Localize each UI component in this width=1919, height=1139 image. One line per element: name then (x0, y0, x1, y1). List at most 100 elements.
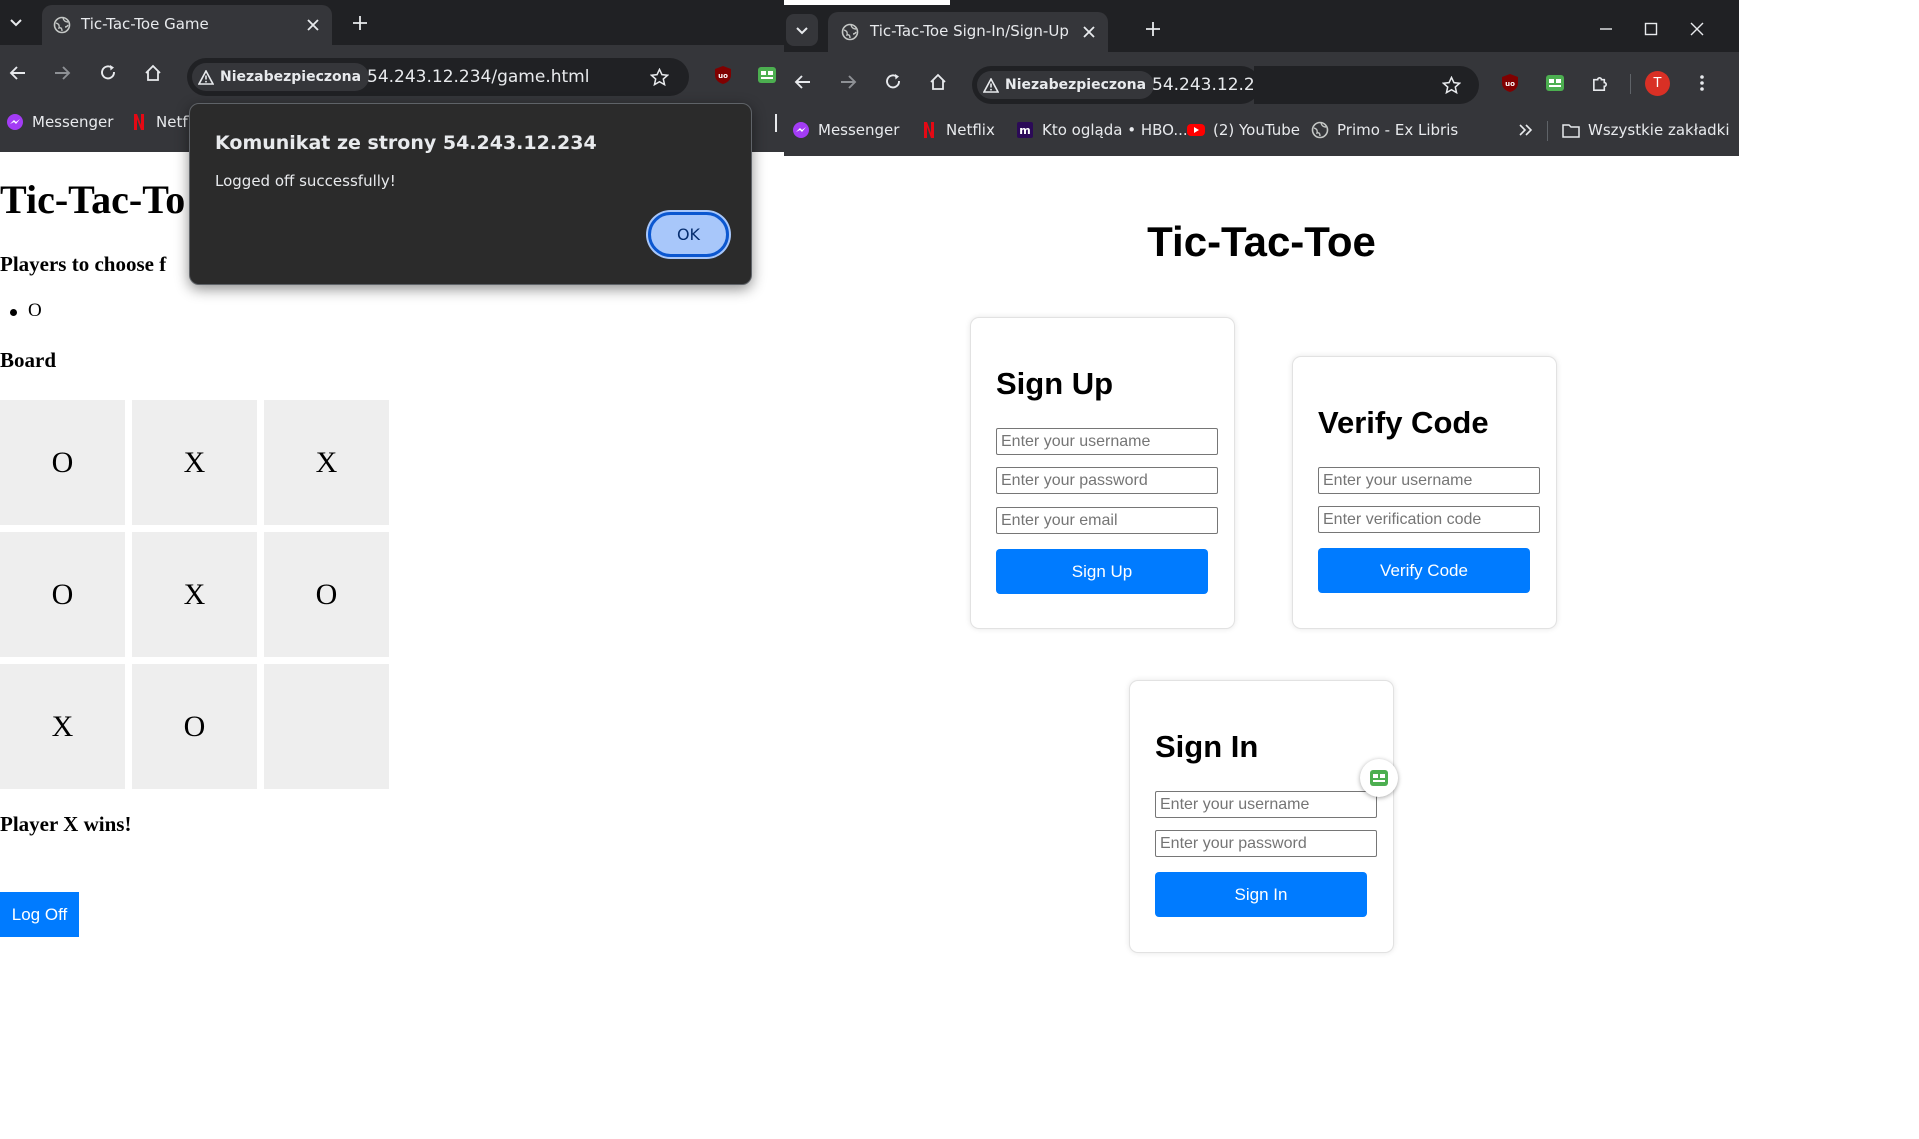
tab-game[interactable]: Tic-Tac-Toe Game (42, 5, 332, 45)
verify-heading: Verify Code (1318, 405, 1489, 440)
roboform-extension-icon[interactable] (755, 63, 779, 87)
address-bar[interactable]: Niezabezpieczona 54.243.12.234/index.htm… (972, 66, 1373, 104)
dialog-title: Komunikat ze strony 54.243.12.234 (215, 132, 597, 154)
board-cell[interactable]: O (132, 664, 257, 789)
game-page: Tic-Tac-To Players to choose f O Board O… (0, 152, 784, 1139)
forward-arrow-icon[interactable] (48, 59, 76, 87)
new-tab-plus-icon[interactable] (346, 9, 374, 37)
desktop-gap (784, 0, 950, 5)
signin-username-input[interactable] (1155, 791, 1377, 818)
bookmark-hbo[interactable]: m Kto ogląda • HBO... (1016, 121, 1188, 139)
svg-text:m: m (1019, 124, 1030, 137)
url-text[interactable]: 54.243.12.234/game.html (367, 67, 589, 87)
game-status: Player X wins! (0, 812, 132, 836)
more-bookmarks-chevron-icon[interactable] (1514, 118, 1538, 142)
signin-card: Sign In Sign In (1129, 680, 1394, 953)
back-arrow-icon[interactable] (4, 59, 32, 87)
svg-text:uo: uo (718, 72, 728, 80)
signup-button[interactable]: Sign Up (996, 549, 1208, 594)
right-browser-window: Tic-Tac-Toe Sign-In/Sign-Up Niezabezpiec… (784, 0, 1739, 1139)
address-bar[interactable]: Niezabezpieczona 54.243.12.234/game.html (187, 58, 689, 96)
board-cell[interactable]: O (0, 400, 125, 525)
board-cell[interactable]: X (132, 400, 257, 525)
all-bookmarks-folder[interactable]: Wszystkie zakładki (1562, 121, 1730, 139)
security-chip[interactable]: Niezabezpieczona (192, 63, 370, 91)
bookmark-separator (775, 114, 777, 132)
dialog-ok-button[interactable]: OK (648, 212, 729, 257)
close-tab-icon[interactable] (302, 14, 324, 36)
bookmark-label: Netflix (946, 121, 995, 139)
reload-icon[interactable] (94, 59, 122, 87)
bookmark-star-icon[interactable] (647, 65, 671, 89)
tab-search-chevron-icon[interactable] (0, 6, 32, 38)
verification-code-input[interactable] (1318, 506, 1540, 533)
signup-heading: Sign Up (996, 366, 1114, 401)
toolbar-separator (1630, 74, 1631, 94)
back-arrow-icon[interactable] (789, 68, 817, 96)
roboform-extension-icon[interactable] (1543, 71, 1567, 95)
more-menu-icon[interactable] (1690, 71, 1714, 95)
reload-icon[interactable] (879, 68, 907, 96)
security-chip-label: Niezabezpieczona (220, 69, 362, 85)
home-icon[interactable] (139, 59, 167, 87)
bookmark-netflix[interactable]: Netflix (920, 121, 995, 139)
signin-button[interactable]: Sign In (1155, 872, 1367, 917)
signin-page: Tic-Tac-Toe Sign Up Sign Up Verify Code … (784, 156, 1739, 1139)
board-cell[interactable]: X (0, 664, 125, 789)
minimize-icon[interactable] (1592, 15, 1620, 43)
bookmark-star-icon[interactable] (1439, 73, 1463, 97)
board-cell[interactable]: O (0, 532, 125, 657)
signin-password-input[interactable] (1155, 830, 1377, 857)
log-off-button[interactable]: Log Off (0, 892, 79, 937)
board-cell[interactable]: X (264, 400, 389, 525)
signin-heading: Sign In (1155, 729, 1259, 764)
youtube-icon (1187, 121, 1205, 139)
tab-search-chevron-icon[interactable] (786, 14, 818, 46)
board-cell[interactable]: X (132, 532, 257, 657)
right-toolbar: Niezabezpieczona 54.243.12.234/index.htm… (784, 52, 1739, 156)
globe-icon (1311, 121, 1329, 139)
roboform-autofill-icon[interactable] (1360, 759, 1398, 797)
signup-username-input[interactable] (996, 428, 1218, 455)
bookmark-messenger[interactable]: Messenger (6, 113, 113, 131)
board-cell[interactable] (264, 664, 389, 789)
new-tab-plus-icon[interactable] (1139, 15, 1167, 43)
ublock-extension-icon[interactable]: uo (711, 63, 735, 87)
bookmark-label: Primo - Ex Libris (1337, 121, 1459, 139)
netflix-icon (130, 113, 148, 131)
messenger-icon (6, 113, 24, 131)
security-chip[interactable]: Niezabezpieczona (977, 71, 1155, 99)
game-board: O X X O X O X O (0, 400, 390, 790)
bookmark-separator (1547, 121, 1548, 141)
ublock-extension-icon[interactable]: uo (1498, 71, 1522, 95)
netflix-icon (920, 121, 938, 139)
bookmark-netflix[interactable]: Netfli (130, 113, 196, 131)
signup-card: Sign Up Sign Up (970, 317, 1235, 629)
players-heading: Players to choose f (0, 252, 167, 276)
verify-username-input[interactable] (1318, 467, 1540, 494)
bookmark-primo[interactable]: Primo - Ex Libris (1311, 121, 1458, 139)
player-list-item: O (10, 300, 42, 321)
dialog-message: Logged off successfully! (215, 172, 396, 190)
forward-arrow-icon[interactable] (834, 68, 862, 96)
board-cell[interactable]: O (264, 532, 389, 657)
profile-avatar[interactable]: T (1645, 71, 1670, 96)
tab-title: Tic-Tac-Toe Game (81, 15, 209, 33)
tab-signin[interactable]: Tic-Tac-Toe Sign-In/Sign-Up (828, 12, 1108, 52)
signup-password-input[interactable] (996, 467, 1218, 494)
warning-triangle-icon (983, 77, 999, 93)
address-bar-tail[interactable] (1254, 66, 1479, 104)
bookmark-messenger[interactable]: Messenger (792, 121, 899, 139)
window-close-icon[interactable] (1683, 15, 1711, 43)
extensions-puzzle-icon[interactable] (1588, 71, 1612, 95)
verify-code-button[interactable]: Verify Code (1318, 548, 1530, 593)
home-icon[interactable] (924, 68, 952, 96)
close-tab-icon[interactable] (1078, 21, 1100, 43)
signup-email-input[interactable] (996, 507, 1218, 534)
bookmark-youtube[interactable]: (2) YouTube (1187, 121, 1300, 139)
tab-title: Tic-Tac-Toe Sign-In/Sign-Up (870, 22, 1069, 40)
maximize-icon[interactable] (1637, 15, 1665, 43)
left-browser-window: Tic-Tac-Toe Game Niezabezpieczona 54.243… (0, 0, 784, 1139)
alert-dialog: Komunikat ze strony 54.243.12.234 Logged… (189, 103, 752, 285)
right-browser-chrome: Tic-Tac-Toe Sign-In/Sign-Up Niezabezpiec… (784, 0, 1739, 156)
